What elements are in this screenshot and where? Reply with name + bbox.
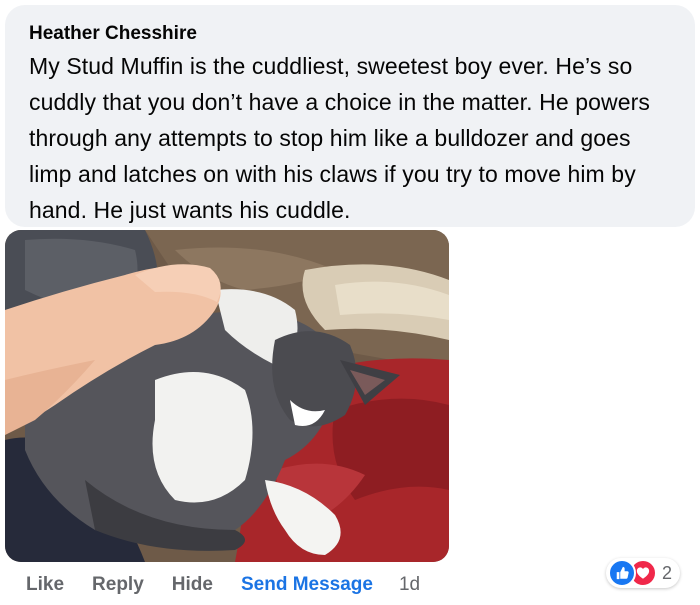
like-button[interactable]: Like bbox=[26, 574, 64, 596]
reaction-count: 2 bbox=[662, 562, 673, 583]
timestamp[interactable]: 1d bbox=[399, 574, 420, 596]
cat-photo-illustration bbox=[5, 230, 449, 562]
send-message-button[interactable]: Send Message bbox=[241, 574, 373, 596]
reply-button[interactable]: Reply bbox=[92, 574, 144, 596]
author-name[interactable]: Heather Chesshire bbox=[29, 22, 679, 46]
reactions-summary[interactable]: 2 bbox=[606, 558, 681, 588]
hide-button[interactable]: Hide bbox=[172, 574, 213, 596]
like-icon bbox=[608, 559, 636, 587]
comment-photo[interactable] bbox=[5, 230, 449, 562]
cat-white-chest bbox=[152, 372, 253, 503]
comment-actions: Like Reply Hide Send Message 1d bbox=[26, 571, 420, 599]
comment-bubble: Heather Chesshire My Stud Muffin is the … bbox=[5, 5, 695, 227]
comment-text: My Stud Muffin is the cuddliest, sweetes… bbox=[29, 53, 650, 223]
